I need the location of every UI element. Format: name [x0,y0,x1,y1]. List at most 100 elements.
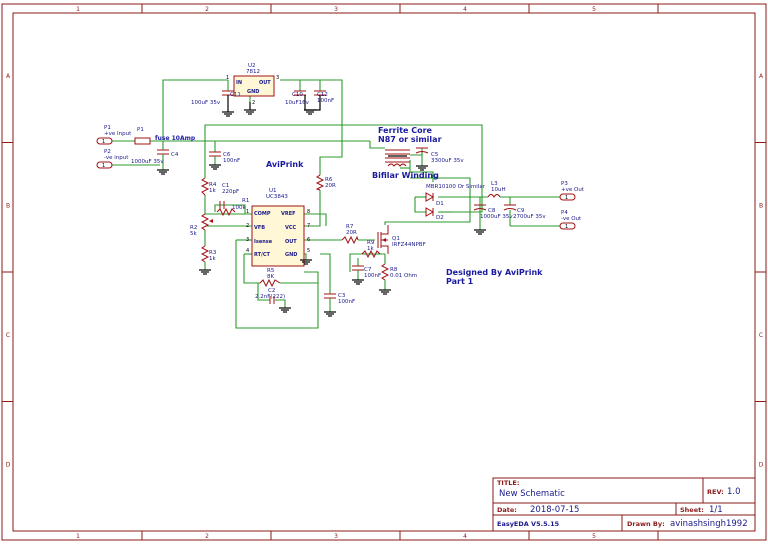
row-label-right: A [759,73,764,80]
row-label-left: D [6,461,11,468]
drawn-label: Drawn By: [627,520,665,528]
c8-value: 1000uF 35v [480,214,513,220]
r3-value: 1k [209,256,216,262]
note-bifilar: Bifilar Winding [372,171,439,180]
u1-num-3: 3 [246,237,249,243]
u2-pin3: 3 [276,75,279,81]
c10-value: 10uF16v [285,100,310,106]
p2in-pin: 1 [102,163,105,169]
d2-ref: D2 [436,215,444,221]
capacitor-c4: C4 1000uF 35v [131,141,179,175]
r9-value: 1k [367,246,374,252]
r5-value: 8K [267,274,274,280]
capacitor-c6: C6 100nF [209,151,240,170]
d1-ref: D1 [436,201,444,207]
p3-value: +ve Out [561,187,585,193]
c6-value: 100nF [223,158,240,164]
p2in-value: -ve input [104,155,129,161]
row-label-right: D [759,461,764,468]
u1-pin-vref: VREF [281,211,296,217]
mosfet-q1: Q1 IRFZ44NPBF [377,225,426,254]
u2-in-label: IN [236,80,242,86]
u1-num-4: 4 [246,248,249,254]
c5-value: 3300uF 35v [431,158,464,164]
c3-value: 100nF [338,299,355,305]
capacitor-c7: C7 100nF [352,265,381,285]
u1-num-1: 1 [246,209,249,215]
capacitor-c11: C11 100uF 35v [191,90,241,106]
r2-value: 5k [190,231,197,237]
q1-value: IRFZ44NPBF [392,242,426,248]
row-label-left: A [6,73,11,80]
r4-value: 1k [209,188,216,194]
c4-value: 1000uF 35v [131,159,164,165]
resistor-r4: R4 1k [200,177,217,196]
sheet-label: Sheet: [680,506,704,514]
rev-value: 1.0 [727,487,741,497]
col-label-top: 3 [334,6,338,13]
title-block: TITLE: New Schematic REV: 1.0 Date: 2018… [492,477,756,532]
schematic-sheet: 12345 12345 ABCD ABCD U2 7812 IN OUT GND… [1,3,767,541]
p4-pin: 1 [565,224,568,230]
r8-value: 0.01 Ohm [390,273,417,279]
diode-value: MBR10100 Or Similar [426,184,486,190]
col-label-top: 4 [463,6,467,13]
col-label-top: 2 [205,6,209,13]
note-ferrite-material: N87 or similar [378,135,442,144]
title-value: New Schematic [499,489,565,499]
r7-value: 20R [346,230,357,236]
capacitor-c5: C5 3300uF 35v [415,147,464,171]
col-label-top: 1 [76,6,80,13]
col-label-bottom: 5 [592,533,596,540]
u1-num-7: 7 [307,223,310,229]
tool-version: EasyEDA V5.5.15 [497,520,560,528]
u1-value: UC3843 [266,194,288,200]
u1-num-8: 8 [307,209,310,215]
c9-value: 2700uF 35v [513,214,546,220]
regulator-u2: U2 7812 IN OUT GND 1 3 2 [226,63,279,106]
ground-symbols-top [222,95,321,117]
u1-pin-out: OUT [285,239,297,245]
title-label: TITLE: [497,479,519,487]
p1in-pin: 1 [102,139,105,145]
note-designed-by: Designed By AviPrink [446,268,543,277]
p1in-value: +ve Input [104,131,132,137]
sheet-frame: 1 2 3 4 5 1 2 3 4 5 A B C D A B C D [1,3,767,541]
p3-pin: 1 [565,195,568,201]
u1-num-2: 2 [246,223,249,229]
col-label-top: 5 [592,6,596,13]
capacitor-c9: C9 2700uF 35v [503,204,546,226]
p4-value: -ve Out [561,216,582,222]
diode-d2: D2 [425,207,444,221]
resistor-r3: R3 1k [199,245,217,275]
row-label-left: C [6,332,10,339]
date-label: Date: [497,506,517,514]
c11-value: 100uF 35v [191,100,221,106]
r1-value: 100k [232,205,246,211]
capacitor-c12: C12 100nF [314,90,334,104]
controller-u1: U1 UC3843 COMP VFB Isense RT/CT VREF VCC… [246,188,310,267]
sheet-value: 1/1 [709,505,723,515]
r1-ref: R1 [242,198,249,204]
u1-pin-comp: COMP [254,211,271,217]
note-part: Part 1 [446,277,474,286]
u1-num-6: 6 [307,237,310,243]
row-label-right: B [759,202,763,209]
resistor-r6: R6 20R [315,174,336,191]
fuse-value: fuse 10Amp [155,135,196,142]
note-aviprink: AviPrink [266,160,304,169]
c10-ref: C10 [292,92,303,98]
u2-pin1: 1 [226,75,229,81]
col-label-bottom: 4 [463,533,467,540]
input-connector-p2: 1 P2 -ve input [96,149,129,169]
resistor-r7: R7 20R [341,224,359,245]
diode-d1: D1 [425,192,444,207]
input-connector-p1: 1 P1 +ve Input [96,125,132,145]
output-connector-p4: 1 P4 -ve Out [559,210,582,230]
inductor-l3: L3 10uH [487,181,506,198]
u2-pin2: 2 [252,100,255,106]
c4-ref: C4 [171,152,179,158]
output-connector-p3: 1 P3 +ve Out [559,181,585,201]
note-ferrite-core: Ferrite Core [378,126,433,135]
l3-value: 10uH [491,187,506,193]
